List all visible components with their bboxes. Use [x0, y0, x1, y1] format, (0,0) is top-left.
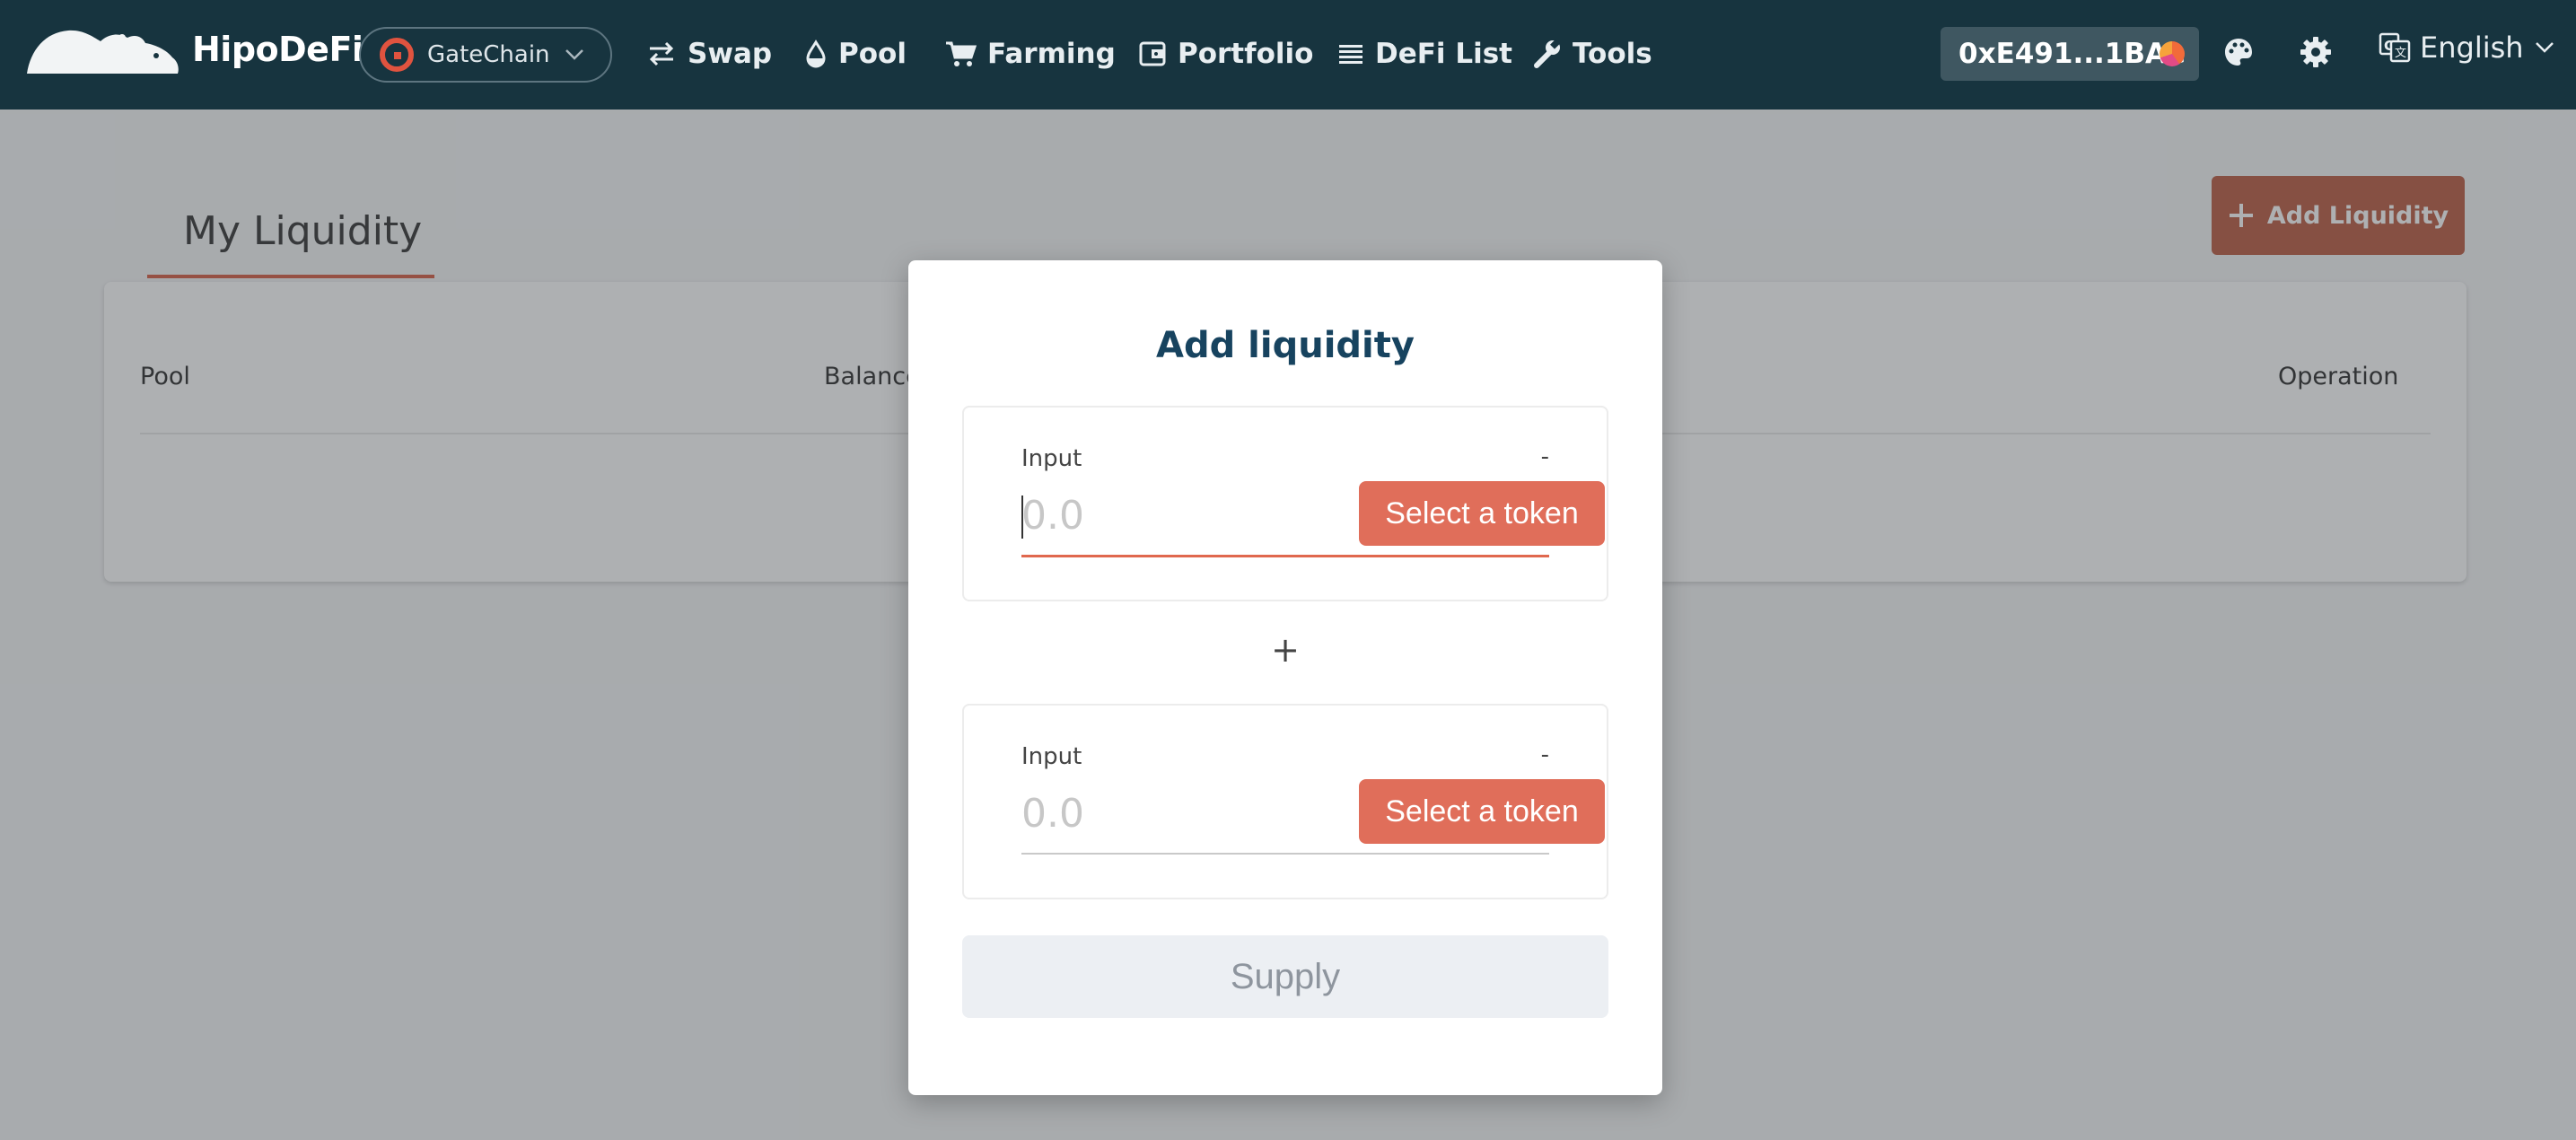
list-icon	[1339, 45, 1362, 64]
wallet-address-button[interactable]: 0xE491...1BAe	[1941, 27, 2199, 81]
svg-text:文: 文	[2395, 47, 2406, 60]
nav-farming-label: Farming	[987, 38, 1116, 70]
input-underline-focused	[1021, 555, 1549, 557]
nav-swap-label: Swap	[688, 38, 773, 70]
translate-icon: G 文	[2379, 32, 2411, 63]
top-navigation-bar: HipoDeFi GateChain Swap Pool Farming Por…	[0, 0, 2576, 110]
nav-pool-label: Pool	[838, 38, 907, 70]
amount-input-a[interactable]	[1021, 487, 1291, 544]
gear-icon	[2300, 37, 2331, 67]
cart-icon	[946, 41, 977, 66]
wallet-icon	[1139, 41, 1166, 66]
nav-defi-list[interactable]: DeFi List	[1337, 32, 1512, 75]
input-underline	[1021, 853, 1549, 855]
input-label: Input	[1021, 445, 1082, 472]
wallet-avatar-icon	[2160, 41, 2185, 66]
palette-icon	[2225, 39, 2252, 66]
chain-name: GateChain	[427, 41, 550, 68]
nav-tools-label: Tools	[1573, 38, 1652, 70]
nav-pool[interactable]: Pool	[804, 32, 907, 75]
amount-input-b[interactable]	[1021, 785, 1291, 842]
language-selector[interactable]: G 文 English	[2379, 31, 2554, 65]
nav-defi-list-label: DeFi List	[1375, 38, 1513, 70]
theme-palette-button[interactable]	[2222, 36, 2255, 73]
droplet-icon	[806, 39, 826, 68]
settings-button[interactable]	[2300, 36, 2332, 73]
nav-portfolio-label: Portfolio	[1178, 38, 1314, 70]
nav-farming[interactable]: Farming	[944, 32, 1116, 75]
swap-arrows-icon	[649, 41, 674, 66]
nav-portfolio[interactable]: Portfolio	[1138, 32, 1313, 75]
token-balance: -	[1540, 741, 1549, 768]
input-label: Input	[1021, 743, 1082, 770]
chain-selector[interactable]: GateChain	[359, 27, 612, 83]
logo[interactable]: HipoDeFi	[25, 23, 364, 75]
wrench-icon	[1534, 39, 1560, 68]
nav-swap[interactable]: Swap	[646, 32, 772, 75]
gatechain-icon	[380, 38, 414, 72]
token-balance: -	[1540, 443, 1549, 470]
select-token-button-b[interactable]: Select a token	[1359, 779, 1605, 844]
nav-tools[interactable]: Tools	[1531, 32, 1652, 75]
text-cursor	[1021, 495, 1023, 539]
language-label: English	[2420, 31, 2524, 65]
chevron-down-icon	[565, 49, 583, 60]
supply-button[interactable]: Supply	[962, 935, 1608, 1018]
select-token-button-a[interactable]: Select a token	[1359, 481, 1605, 546]
modal-title: Add liquidity	[1156, 325, 1415, 366]
brand-name: HipoDeFi	[192, 30, 364, 69]
wallet-address: 0xE491...1BAe	[1958, 38, 2186, 70]
hippo-logo-icon	[27, 30, 179, 74]
plus-separator: +	[1271, 630, 1300, 670]
chevron-down-icon	[2535, 42, 2554, 53]
add-liquidity-modal: Add liquidity Input - Select a token + I…	[908, 260, 1662, 1095]
token-input-panel-a: Input - Select a token	[962, 406, 1608, 601]
token-input-panel-b: Input - Select a token	[962, 704, 1608, 899]
